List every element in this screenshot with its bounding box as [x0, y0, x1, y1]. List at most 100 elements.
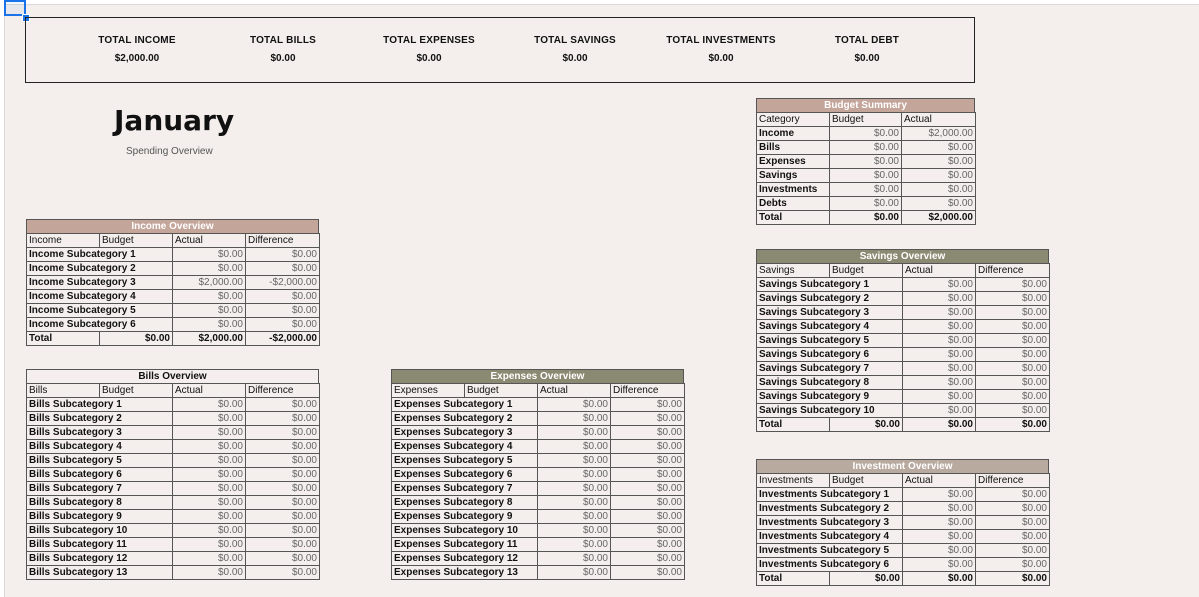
difference-cell[interactable]: $0.00	[245, 247, 320, 262]
subcategory-cell[interactable]: Investments Subcategory 3	[756, 515, 903, 530]
actual-cell[interactable]: $0.00	[537, 467, 611, 482]
actual-cell[interactable]: $0.00	[172, 565, 246, 580]
difference-cell[interactable]: $0.00	[975, 501, 1050, 516]
table-title[interactable]: Bills Overview	[26, 369, 319, 383]
actual-cell[interactable]: $0.00	[172, 537, 246, 552]
total-value-cell[interactable]: $0.00	[902, 417, 976, 432]
category-cell[interactable]: Savings	[756, 168, 830, 183]
actual-cell[interactable]: $0.00	[902, 529, 976, 544]
difference-cell[interactable]: $0.00	[610, 523, 685, 538]
difference-cell[interactable]: $0.00	[245, 467, 320, 482]
column-header[interactable]: Investments	[756, 473, 830, 488]
month-subtitle[interactable]: Spending Overview	[126, 146, 213, 157]
subcategory-cell[interactable]: Income Subcategory 3	[26, 275, 173, 290]
difference-cell[interactable]: $0.00	[610, 397, 685, 412]
difference-cell[interactable]: $0.00	[975, 389, 1050, 404]
subcategory-cell[interactable]: Investments Subcategory 2	[756, 501, 903, 516]
difference-cell[interactable]: $0.00	[975, 403, 1050, 418]
difference-cell[interactable]: $0.00	[245, 261, 320, 276]
subcategory-cell[interactable]: Expenses Subcategory 5	[391, 453, 538, 468]
total-value-cell[interactable]: $0.00	[902, 571, 976, 586]
actual-cell[interactable]: $0.00	[172, 411, 246, 426]
difference-cell[interactable]: $0.00	[610, 481, 685, 496]
column-header[interactable]: Expenses	[391, 383, 465, 398]
difference-cell[interactable]: $0.00	[245, 551, 320, 566]
actual-cell[interactable]: $2,000.00	[172, 275, 246, 290]
table-title[interactable]: Investment Overview	[756, 459, 1049, 473]
difference-cell[interactable]: -$2,000.00	[245, 275, 320, 290]
difference-cell[interactable]: $0.00	[975, 529, 1050, 544]
subcategory-cell[interactable]: Bills Subcategory 9	[26, 509, 173, 524]
actual-cell[interactable]: $0.00	[172, 453, 246, 468]
difference-cell[interactable]: $0.00	[245, 439, 320, 454]
actual-cell[interactable]: $0.00	[172, 523, 246, 538]
actual-cell[interactable]: $0.00	[902, 333, 976, 348]
subcategory-cell[interactable]: Expenses Subcategory 4	[391, 439, 538, 454]
subcategory-cell[interactable]: Expenses Subcategory 2	[391, 411, 538, 426]
subcategory-cell[interactable]: Income Subcategory 5	[26, 303, 173, 318]
subcategory-cell[interactable]: Savings Subcategory 4	[756, 319, 903, 334]
difference-cell[interactable]: $0.00	[245, 317, 320, 332]
actual-cell[interactable]: $0.00	[902, 291, 976, 306]
subcategory-cell[interactable]: Investments Subcategory 1	[756, 487, 903, 502]
column-header[interactable]: Income	[26, 233, 100, 248]
actual-cell[interactable]: $0.00	[537, 481, 611, 496]
difference-cell[interactable]: $0.00	[610, 565, 685, 580]
subcategory-cell[interactable]: Bills Subcategory 1	[26, 397, 173, 412]
budget-cell[interactable]: $0.00	[829, 196, 902, 211]
column-header[interactable]: Budget	[99, 233, 173, 248]
column-header[interactable]: Actual	[172, 233, 246, 248]
difference-cell[interactable]: $0.00	[245, 537, 320, 552]
difference-cell[interactable]: $0.00	[610, 467, 685, 482]
actual-cell[interactable]: $0.00	[172, 289, 246, 304]
actual-cell[interactable]: $0.00	[902, 501, 976, 516]
difference-cell[interactable]: $0.00	[245, 495, 320, 510]
column-header[interactable]: Difference	[245, 233, 320, 248]
column-header[interactable]: Budget	[829, 263, 903, 278]
actual-cell[interactable]: $0.00	[172, 425, 246, 440]
difference-cell[interactable]: $0.00	[245, 303, 320, 318]
total-value-cell[interactable]: $0.00	[829, 571, 903, 586]
actual-cell[interactable]: $0.00	[172, 495, 246, 510]
total-label-cell[interactable]: Total	[756, 210, 830, 225]
difference-cell[interactable]: $0.00	[975, 361, 1050, 376]
subcategory-cell[interactable]: Bills Subcategory 4	[26, 439, 173, 454]
actual-cell[interactable]: $0.00	[902, 361, 976, 376]
budget-cell[interactable]: $0.00	[829, 168, 902, 183]
subcategory-cell[interactable]: Bills Subcategory 5	[26, 453, 173, 468]
actual-cell[interactable]: $0.00	[537, 411, 611, 426]
total-value-cell[interactable]: $0.00	[975, 417, 1050, 432]
table-title[interactable]: Income Overview	[26, 219, 319, 233]
difference-cell[interactable]: $0.00	[975, 557, 1050, 572]
actual-cell[interactable]: $0.00	[172, 397, 246, 412]
actual-cell[interactable]: $0.00	[902, 375, 976, 390]
difference-cell[interactable]: $0.00	[975, 347, 1050, 362]
category-cell[interactable]: Expenses	[756, 154, 830, 169]
subcategory-cell[interactable]: Income Subcategory 1	[26, 247, 173, 262]
actual-cell[interactable]: $0.00	[902, 557, 976, 572]
subcategory-cell[interactable]: Savings Subcategory 6	[756, 347, 903, 362]
actual-cell[interactable]: $0.00	[537, 453, 611, 468]
actual-cell[interactable]: $0.00	[537, 551, 611, 566]
total-value-cell[interactable]: $0.00	[975, 571, 1050, 586]
subcategory-cell[interactable]: Income Subcategory 2	[26, 261, 173, 276]
subcategory-cell[interactable]: Expenses Subcategory 6	[391, 467, 538, 482]
budget-cell[interactable]: $0.00	[829, 154, 902, 169]
category-cell[interactable]: Debts	[756, 196, 830, 211]
actual-cell[interactable]: $0.00	[902, 515, 976, 530]
actual-cell[interactable]: $0.00	[537, 509, 611, 524]
column-header[interactable]: Actual	[902, 263, 976, 278]
actual-cell[interactable]: $0.00	[902, 389, 976, 404]
column-header[interactable]: Actual	[172, 383, 246, 398]
column-header[interactable]: Difference	[975, 263, 1050, 278]
column-header[interactable]: Savings	[756, 263, 830, 278]
column-header[interactable]: Difference	[610, 383, 685, 398]
actual-cell[interactable]: $0.00	[172, 247, 246, 262]
total-value-cell[interactable]: $2,000.00	[172, 331, 246, 346]
subcategory-cell[interactable]: Expenses Subcategory 7	[391, 481, 538, 496]
subcategory-cell[interactable]: Expenses Subcategory 9	[391, 509, 538, 524]
budget-cell[interactable]: $0.00	[829, 140, 902, 155]
subcategory-cell[interactable]: Expenses Subcategory 3	[391, 425, 538, 440]
difference-cell[interactable]: $0.00	[610, 495, 685, 510]
column-header[interactable]: Budget	[99, 383, 173, 398]
